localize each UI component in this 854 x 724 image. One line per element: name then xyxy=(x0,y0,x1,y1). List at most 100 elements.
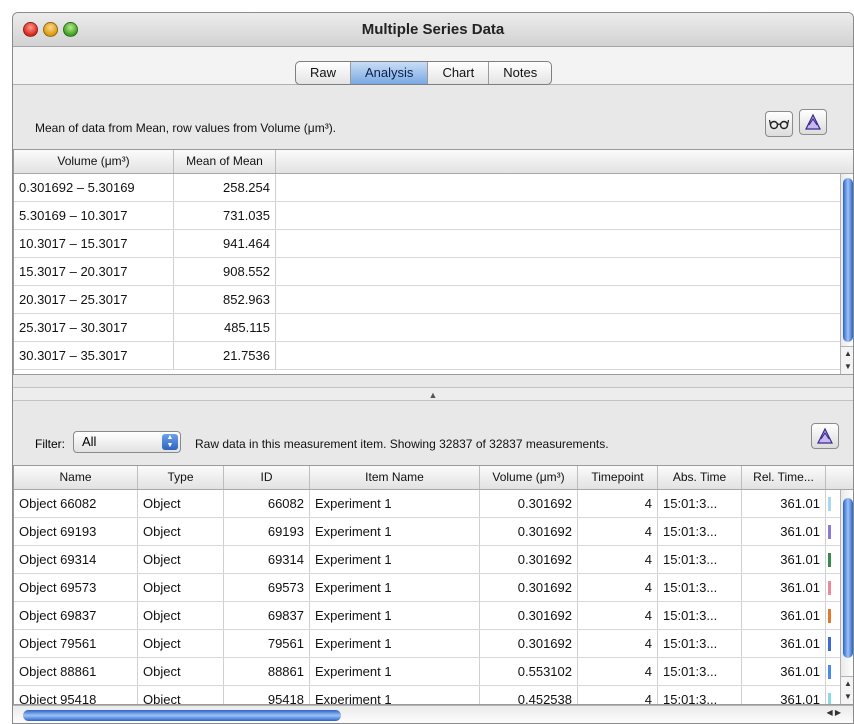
raw-scroll-thumb[interactable] xyxy=(843,498,853,658)
abs-time-cell: 15:01:3... xyxy=(658,546,742,573)
type-cell: Object xyxy=(138,490,224,517)
column-header-id[interactable]: ID xyxy=(224,466,310,489)
rel-time-cell: 361.01 xyxy=(742,490,826,517)
analysis-vertical-scrollbar[interactable]: ▲ ▼ xyxy=(840,174,853,374)
view-options-button[interactable] xyxy=(765,111,793,137)
analysis-description: Mean of data from Mean, row values from … xyxy=(35,121,337,135)
tab-analysis[interactable]: Analysis xyxy=(351,62,429,84)
column-header-rel-time[interactable]: Rel. Time... xyxy=(742,466,826,489)
horizontal-scrollbar[interactable]: ◀ ▶ xyxy=(13,705,853,723)
column-header-volume[interactable]: Volume (μm³) xyxy=(480,466,578,489)
item-name-cell: Experiment 1 xyxy=(310,546,480,573)
rel-time-cell: 361.01 xyxy=(742,546,826,573)
filter-select[interactable]: All ▲ ▼ xyxy=(73,431,181,453)
empty-cell xyxy=(276,286,853,313)
column-header-mean[interactable]: Mean of Mean xyxy=(174,150,276,173)
filter-label: Filter: xyxy=(35,437,65,451)
volume-cell: 0.301692 xyxy=(480,490,578,517)
tab-notes[interactable]: Notes xyxy=(489,62,551,84)
column-header-color xyxy=(826,466,853,489)
item-name-cell: Experiment 1 xyxy=(310,686,480,704)
column-header-timepoint[interactable]: Timepoint xyxy=(578,466,658,489)
item-name-cell: Experiment 1 xyxy=(310,490,480,517)
item-name-cell: Experiment 1 xyxy=(310,658,480,685)
id-cell: 79561 xyxy=(224,630,310,657)
export-raw-button[interactable] xyxy=(811,423,839,449)
raw-vertical-scrollbar[interactable]: ▲ ▼ xyxy=(840,490,853,704)
abs-time-cell: 15:01:3... xyxy=(658,518,742,545)
abs-time-cell: 15:01:3... xyxy=(658,630,742,657)
item-name-cell: Experiment 1 xyxy=(310,574,480,601)
table-row[interactable]: Object 69837 Object 69837 Experiment 1 0.301… xyxy=(14,602,853,630)
column-header-empty xyxy=(276,150,853,173)
table-row[interactable]: 5.30169 – 10.3017 731.035 xyxy=(14,202,853,230)
table-row[interactable]: Object 69314 Object 69314 Experiment 1 0.301… xyxy=(14,546,853,574)
color-swatch xyxy=(828,553,831,567)
view-segmented-control: Raw Analysis Chart Notes xyxy=(295,61,553,85)
table-row[interactable]: Object 88861 Object 88861 Experiment 1 0.553… xyxy=(14,658,853,686)
abs-time-cell: 15:01:3... xyxy=(658,574,742,601)
volume-cell: 10.3017 – 15.3017 xyxy=(14,230,174,257)
type-cell: Object xyxy=(138,630,224,657)
table-row[interactable]: 20.3017 – 25.3017 852.963 xyxy=(14,286,853,314)
raw-scroll-arrows[interactable]: ▲ ▼ xyxy=(841,676,853,704)
item-name-cell: Experiment 1 xyxy=(310,630,480,657)
mean-cell: 258.254 xyxy=(174,174,276,201)
tab-raw[interactable]: Raw xyxy=(296,62,352,84)
color-swatch xyxy=(828,609,831,623)
table-row[interactable]: 25.3017 – 30.3017 485.115 xyxy=(14,314,853,342)
table-row[interactable]: 15.3017 – 20.3017 908.552 xyxy=(14,258,853,286)
column-header-abs-time[interactable]: Abs. Time xyxy=(658,466,742,489)
volume-cell: 20.3017 – 25.3017 xyxy=(14,286,174,313)
id-cell: 88861 xyxy=(224,658,310,685)
timepoint-cell: 4 xyxy=(578,602,658,629)
table-row[interactable]: Object 69573 Object 69573 Experiment 1 0.301… xyxy=(14,574,853,602)
type-cell: Object xyxy=(138,546,224,573)
color-swatch xyxy=(828,693,831,704)
mean-cell: 941.464 xyxy=(174,230,276,257)
mean-cell: 21.7536 xyxy=(174,342,276,369)
volume-cell: 0.553102 xyxy=(480,658,578,685)
rel-time-cell: 361.01 xyxy=(742,574,826,601)
timepoint-cell: 4 xyxy=(578,630,658,657)
horizontal-scroll-thumb[interactable] xyxy=(23,710,341,721)
column-header-name[interactable]: Name xyxy=(14,466,138,489)
table-row[interactable]: Object 66082 Object 66082 Experiment 1 0.301… xyxy=(14,490,853,518)
analysis-scroll-arrows[interactable]: ▲ ▼ xyxy=(841,346,853,374)
volume-cell: 0.301692 xyxy=(480,630,578,657)
tab-chart[interactable]: Chart xyxy=(428,62,490,84)
type-cell: Object xyxy=(138,518,224,545)
volume-cell: 0.301692 xyxy=(480,518,578,545)
export-analysis-button[interactable] xyxy=(799,109,827,135)
volume-cell: 5.30169 – 10.3017 xyxy=(14,202,174,229)
empty-cell xyxy=(276,314,853,341)
window-title: Multiple Series Data xyxy=(361,21,505,38)
title-bar: Multiple Series Data xyxy=(13,13,853,47)
column-header-type[interactable]: Type xyxy=(138,466,224,489)
table-row[interactable]: 30.3017 – 35.3017 21.7536 xyxy=(14,342,853,370)
analysis-table-body: 0.301692 – 5.30169 258.254 5.30169 – 10.30… xyxy=(14,174,853,370)
export-icon xyxy=(805,113,821,130)
table-row[interactable]: 0.301692 – 5.30169 258.254 xyxy=(14,174,853,202)
column-header-item-name[interactable]: Item Name xyxy=(310,466,480,489)
empty-cell xyxy=(276,202,853,229)
rel-time-cell: 361.01 xyxy=(742,630,826,657)
table-row[interactable]: Object 95418 Object 95418 Experiment 1 0.452… xyxy=(14,686,853,704)
rel-time-cell: 361.01 xyxy=(742,658,826,685)
volume-cell: 25.3017 – 30.3017 xyxy=(14,314,174,341)
table-row[interactable]: Object 69193 Object 69193 Experiment 1 0.301… xyxy=(14,518,853,546)
table-row[interactable]: 10.3017 – 15.3017 941.464 xyxy=(14,230,853,258)
name-cell: Object 69573 xyxy=(14,574,138,601)
table-row[interactable]: Object 79561 Object 79561 Experiment 1 0.301… xyxy=(14,630,853,658)
column-header-volume[interactable]: Volume (μm³) xyxy=(14,150,174,173)
analysis-scroll-thumb[interactable] xyxy=(843,178,853,342)
mean-cell: 852.963 xyxy=(174,286,276,313)
timepoint-cell: 4 xyxy=(578,658,658,685)
horizontal-scroll-arrows[interactable]: ◀ ▶ xyxy=(826,708,841,717)
analysis-header: Mean of data from Mean, row values from … xyxy=(13,85,853,149)
tab-bar: Raw Analysis Chart Notes xyxy=(13,47,853,85)
color-swatch xyxy=(828,581,831,595)
pane-splitter[interactable]: ▲ xyxy=(13,387,853,401)
filter-value: All xyxy=(82,434,97,449)
timepoint-cell: 4 xyxy=(578,518,658,545)
